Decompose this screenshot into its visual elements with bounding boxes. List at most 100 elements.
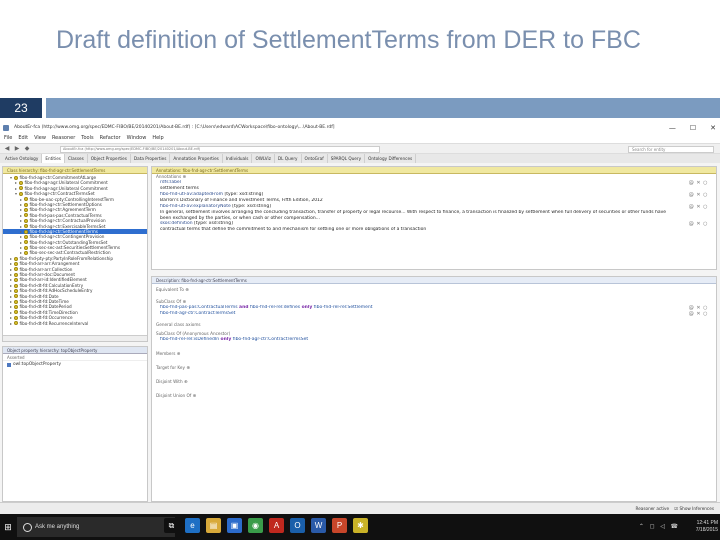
show-inferences-checkbox[interactable]: ☑ Show Inferences bbox=[674, 506, 714, 511]
task-view-icon[interactable]: ⧉ bbox=[164, 518, 179, 533]
clock[interactable]: 12:41 PM 7/18/2015 bbox=[696, 514, 718, 546]
powerpoint-icon[interactable]: P bbox=[332, 518, 347, 533]
tab-individuals[interactable]: Individuals bbox=[223, 154, 253, 163]
annotation-type: [type: xsd:string] bbox=[224, 192, 264, 197]
page-number: 23 bbox=[0, 98, 42, 118]
tree-item[interactable]: ▸ fibo-fnd-dt-fd:RecurrenceInterval bbox=[3, 321, 147, 326]
menu-view[interactable]: View bbox=[34, 134, 46, 143]
class-icon bbox=[14, 267, 18, 272]
annotation-property: fibo-fnd-utl-av:adaptedFrom bbox=[160, 192, 224, 197]
back-arrow-icon[interactable]: ◀ bbox=[4, 146, 10, 152]
tab-annotation-properties[interactable]: Annotation Properties bbox=[170, 154, 223, 163]
tab-sparql-query[interactable]: SPARQL Query bbox=[328, 154, 366, 163]
class-icon bbox=[14, 175, 18, 180]
class-icon bbox=[14, 310, 18, 315]
ontology-icon[interactable]: ◆ bbox=[24, 146, 30, 152]
add-subclass-icon[interactable]: ⊕ bbox=[182, 299, 186, 304]
property-icon bbox=[7, 362, 11, 367]
add-member-icon[interactable]: ⊕ bbox=[177, 351, 181, 356]
close-button[interactable]: ✕ bbox=[710, 122, 716, 134]
tab-classes[interactable]: Classes bbox=[65, 154, 88, 163]
class-icon bbox=[24, 213, 28, 218]
tab-data-properties[interactable]: Data Properties bbox=[131, 154, 171, 163]
menu-file[interactable]: File bbox=[4, 134, 12, 143]
menu-refactor[interactable]: Refactor bbox=[100, 134, 121, 143]
word-icon[interactable]: W bbox=[311, 518, 326, 533]
disjoint-with-section: Disjoint With ⊕ bbox=[156, 379, 188, 384]
class-icon bbox=[24, 245, 28, 250]
tab-owlviz[interactable]: OWLViz bbox=[252, 154, 275, 163]
add-equivalent-icon[interactable]: ⊕ bbox=[185, 287, 189, 292]
class-icon bbox=[14, 278, 18, 283]
acrobat-icon[interactable]: A bbox=[269, 518, 284, 533]
tab-entities[interactable]: Entities bbox=[42, 154, 65, 163]
entity-search-input[interactable]: Search for entity bbox=[628, 146, 714, 153]
class-icon bbox=[24, 229, 28, 234]
class-icon bbox=[24, 234, 28, 239]
class-tree: ▾ fibo-fnd-agr-ctr:CommitmentAtLarge ▸ fibo… bbox=[3, 174, 147, 326]
tab-dl-query[interactable]: DL Query bbox=[275, 154, 302, 163]
cortana-icon bbox=[23, 523, 32, 532]
subclass-axiom-row[interactable]: fibo-fnd-agr-ctr:ContractTermsSet @ ✕ ○ bbox=[152, 311, 716, 317]
tab-object-properties[interactable]: Object Properties bbox=[88, 154, 131, 163]
protege-window: AboutEr-fca (http://www.omg.org/spec/EDM… bbox=[0, 122, 720, 514]
row-controls-icon[interactable]: @ ✕ ○ bbox=[689, 311, 708, 317]
menu-tools[interactable]: Tools bbox=[81, 134, 93, 143]
class-icon bbox=[24, 197, 28, 202]
outlook-icon[interactable]: O bbox=[290, 518, 305, 533]
class-hierarchy-header: Class hierarchy: fibo-fnd-agr-ctr:Settle… bbox=[3, 167, 147, 174]
annotation-value: In general, settlement involves arrangin… bbox=[160, 210, 667, 221]
horizontal-scrollbar[interactable] bbox=[3, 335, 147, 341]
reasoner-status: Reasoner active bbox=[635, 506, 670, 511]
add-annotation-icon[interactable]: ⊕ bbox=[183, 174, 187, 179]
class-hierarchy-panel: Class hierarchy: fibo-fnd-agr-ctr:Settle… bbox=[2, 166, 148, 342]
store-icon[interactable]: ▣ bbox=[227, 518, 242, 533]
status-bar: Reasoner active ☑ Show Inferences bbox=[0, 502, 720, 514]
menu-window[interactable]: Window bbox=[127, 134, 147, 143]
class-icon bbox=[14, 299, 18, 304]
property-label: owl:topObjectProperty bbox=[13, 362, 62, 367]
disjoint-union-section: Disjoint Union Of ⊕ bbox=[156, 393, 197, 398]
add-disjoint-union-icon[interactable]: ⊕ bbox=[193, 393, 197, 398]
chrome-icon[interactable]: ◉ bbox=[248, 518, 263, 533]
app-icon bbox=[3, 125, 9, 131]
class-icon bbox=[19, 191, 23, 196]
protege-icon[interactable]: ✱ bbox=[353, 518, 368, 533]
class-icon bbox=[14, 256, 18, 261]
annotation-value: contractual terms that define the commit… bbox=[160, 227, 427, 233]
class-icon bbox=[19, 186, 23, 191]
class-icon bbox=[24, 218, 28, 223]
maximize-button[interactable]: ☐ bbox=[690, 122, 696, 134]
system-tray-icons[interactable]: ⌃ ◻ ◁ ☎ bbox=[639, 523, 680, 530]
annotation-type: [type: xsd:string] bbox=[194, 221, 233, 227]
active-ontology-field[interactable]: AboutEr-fca (http://www.omg.org/spec/EDM… bbox=[60, 146, 380, 153]
menu-reasoner[interactable]: Reasoner bbox=[52, 134, 75, 143]
windows-taskbar: ⊞ Ask me anything ⧉ e ▤ ▣ ◉ A O W P ✱ ⌃ ◻ ◁ ☎ 12:… bbox=[0, 514, 720, 540]
list-item[interactable]: owl:topObjectProperty bbox=[3, 361, 147, 368]
tab-ontology-differences[interactable]: Ontology Differences bbox=[365, 154, 417, 163]
file-explorer-icon[interactable]: ▤ bbox=[206, 518, 221, 533]
window-title-bar[interactable]: AboutEr-fca (http://www.omg.org/spec/EDM… bbox=[0, 122, 720, 134]
windows-start-icon[interactable]: ⊞ bbox=[0, 514, 16, 540]
forward-arrow-icon[interactable]: ▶ bbox=[14, 146, 20, 152]
tab-active-ontology[interactable]: Active Ontology bbox=[2, 154, 43, 163]
annotation-property: skos:definition bbox=[160, 221, 193, 227]
class-icon bbox=[24, 240, 28, 245]
asserted-selector[interactable]: Asserted bbox=[3, 354, 147, 361]
class-icon bbox=[14, 261, 18, 266]
menu-help[interactable]: Help bbox=[152, 134, 163, 143]
minimize-button[interactable]: — bbox=[669, 122, 676, 134]
add-key-icon[interactable]: ⊕ bbox=[186, 365, 190, 370]
tab-ontograf[interactable]: OntoGraf bbox=[302, 154, 328, 163]
menu-bar: File Edit View Reasoner Tools Refactor W… bbox=[0, 134, 720, 143]
edge-browser-icon[interactable]: e bbox=[185, 518, 200, 533]
slide-title: Draft definition of SettlementTerms from… bbox=[56, 26, 641, 54]
window-title: AboutEr-fca (http://www.omg.org/spec/EDM… bbox=[14, 125, 335, 130]
add-disjoint-icon[interactable]: ⊕ bbox=[184, 379, 188, 384]
anonymous-ancestor-row[interactable]: fibo-fnd-rel-rel:isDefinedIn only fibo-f… bbox=[152, 337, 716, 343]
pinned-apps: ⧉ e ▤ ▣ ◉ A O W P ✱ bbox=[164, 518, 368, 533]
object-property-panel: Object property hierarchy: topObjectProp… bbox=[2, 346, 148, 502]
taskbar-search-input[interactable]: Ask me anything bbox=[17, 517, 175, 537]
general-class-axioms-section: General class axioms bbox=[156, 322, 201, 327]
menu-edit[interactable]: Edit bbox=[18, 134, 28, 143]
